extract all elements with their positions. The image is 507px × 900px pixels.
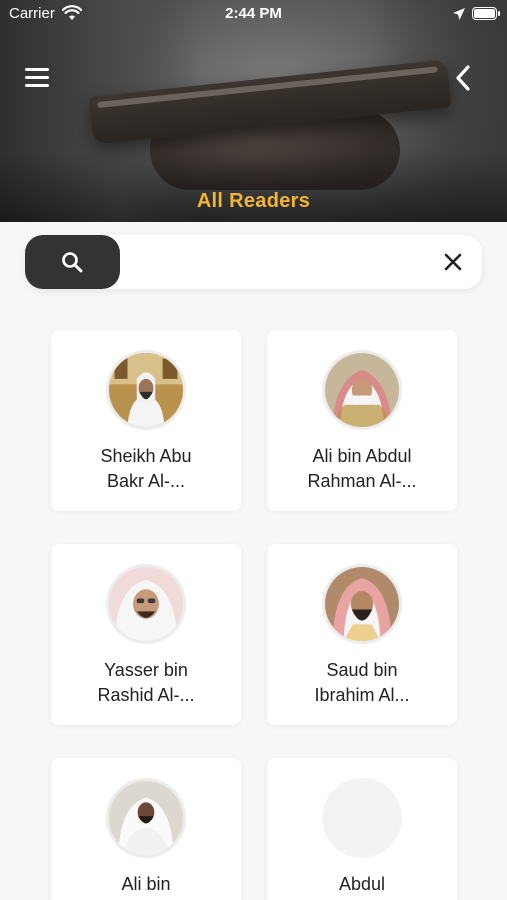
reader-name: Abdul xyxy=(277,872,447,897)
reader-name-line2: Bakr Al-... xyxy=(106,471,186,491)
location-arrow-icon xyxy=(453,8,465,20)
header-banner-image xyxy=(0,0,507,222)
reader-avatar xyxy=(106,350,186,430)
search-icon xyxy=(62,252,83,273)
battery-icon xyxy=(472,7,497,20)
reader-name: Sheikh Abu Bakr Al-... xyxy=(61,444,231,494)
battery-tip xyxy=(498,11,500,16)
reader-name-line1: Ali bin xyxy=(121,874,171,894)
reader-card[interactable]: Ali bin xyxy=(51,758,241,900)
reader-name: Ali bin xyxy=(61,872,231,897)
reader-name: Saud bin Ibrahim Al... xyxy=(277,658,447,708)
reader-name-line1: Sheikh Abu xyxy=(100,446,192,466)
clock-time: 2:44 PM xyxy=(225,5,282,22)
reader-card[interactable]: Sheikh Abu Bakr Al-... xyxy=(51,330,241,511)
reader-name-line1: Ali bin Abdul xyxy=(312,446,412,466)
reader-name: Yasser bin Rashid Al-... xyxy=(61,658,231,708)
reader-card[interactable]: Abdul xyxy=(267,758,457,900)
reader-avatar xyxy=(322,564,402,644)
reader-avatar xyxy=(106,778,186,858)
search-input[interactable] xyxy=(130,243,430,281)
readers-screen: Carrier 2:44 PM All Readers Sheikh Abu B… xyxy=(0,0,507,900)
search-bar xyxy=(25,235,482,289)
reader-name-line1: Abdul xyxy=(338,874,386,894)
reader-name: Ali bin Abdul Rahman Al-... xyxy=(277,444,447,494)
reader-avatar-placeholder xyxy=(322,778,402,858)
reader-avatar xyxy=(106,564,186,644)
reader-card[interactable]: Yasser bin Rashid Al-... xyxy=(51,544,241,725)
search-button[interactable] xyxy=(25,235,120,289)
status-bar: Carrier 2:44 PM xyxy=(0,0,507,28)
reader-card[interactable]: Saud bin Ibrahim Al... xyxy=(267,544,457,725)
reader-name-line2: Ibrahim Al... xyxy=(314,685,410,705)
reader-name-line1: Saud bin xyxy=(326,660,398,680)
reader-name-line2: Rahman Al-... xyxy=(307,471,417,491)
hamburger-menu-icon[interactable] xyxy=(25,68,49,88)
reader-name-line2: Rashid Al-... xyxy=(97,685,195,705)
reader-avatar xyxy=(322,350,402,430)
close-icon[interactable] xyxy=(441,250,465,274)
reader-name-line1: Yasser bin xyxy=(104,660,188,680)
chevron-left-icon[interactable] xyxy=(452,64,474,92)
page-title: All Readers xyxy=(196,190,311,212)
reader-card[interactable]: Ali bin Abdul Rahman Al-... xyxy=(267,330,457,511)
